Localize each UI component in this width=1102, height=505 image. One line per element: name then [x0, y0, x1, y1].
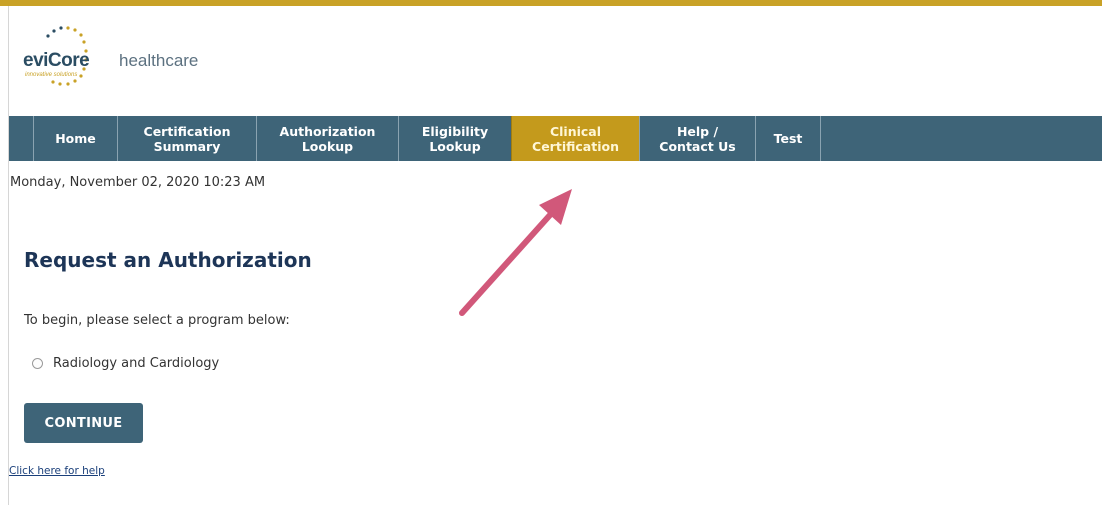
nav-home[interactable]: Home [33, 116, 117, 161]
evicore-logo: eviCore innovative solutions healthcare [20, 22, 240, 94]
nav-label-line2: Contact Us [659, 138, 736, 154]
left-border [8, 6, 9, 505]
nav-label-line2: Lookup [301, 138, 354, 154]
help-link[interactable]: Click here for help [9, 465, 105, 477]
program-label: Radiology and Cardiology [53, 356, 220, 371]
program-radio-radiology-cardiology[interactable]: Radiology and Cardiology [32, 356, 219, 371]
nav-label-line1: Certification [143, 123, 231, 139]
nav-home-label: Home [55, 131, 96, 146]
instructions-text: To begin, please select a program below: [24, 313, 290, 328]
top-accent-bar [0, 0, 1102, 6]
logo-wordmark: eviCore [23, 50, 90, 71]
main-nav: Home Certification Summary Authorization L… [9, 116, 1102, 161]
pointer-arrow-icon [459, 189, 572, 316]
nav-label-line2: Certification [532, 138, 619, 154]
nav-authorization-lookup[interactable]: Authorization Lookup [256, 116, 398, 161]
nav-clinical-certification[interactable]: Clinical Certification [511, 116, 639, 161]
nav-label-line1: Authorization [279, 123, 376, 139]
nav-eligibility-lookup[interactable]: Eligibility Lookup [398, 116, 511, 161]
radio-button[interactable] [32, 358, 43, 369]
current-datetime: Monday, November 02, 2020 10:23 AM [10, 175, 266, 190]
logo-healthcare: healthcare [119, 51, 199, 70]
logo-tagline: innovative solutions [25, 72, 78, 78]
nav-help-contact[interactable]: Help / Contact Us [639, 116, 755, 161]
nav-test[interactable]: Test [755, 116, 820, 161]
continue-button[interactable]: CONTINUE [24, 403, 143, 443]
nav-label-line2: Lookup [429, 138, 481, 154]
nav-label-line1: Eligibility [421, 123, 489, 139]
nav-divider [820, 116, 821, 161]
nav-certification-summary[interactable]: Certification Summary [117, 116, 256, 161]
nav-label-line1: Clinical [549, 123, 602, 139]
nav-label-line2: Summary [153, 138, 221, 154]
nav-label-line1: Help / [676, 123, 719, 139]
page-title: Request an Authorization [24, 248, 312, 272]
nav-test-label: Test [773, 131, 803, 146]
